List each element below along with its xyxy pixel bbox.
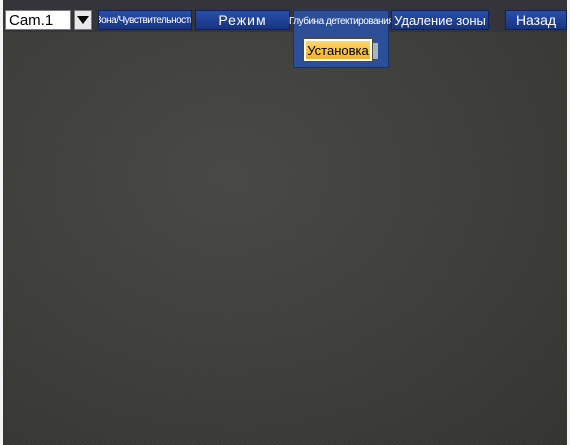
mode-button[interactable]: Режим (195, 10, 290, 30)
camera-video-view[interactable] (3, 32, 567, 445)
zone-sensitivity-button[interactable]: Зона/Чувствительность (98, 10, 192, 30)
camera-select[interactable]: Cam.1 (5, 10, 93, 30)
delete-zone-button[interactable]: Удаление зоны (391, 10, 489, 30)
camera-select-value[interactable]: Cam.1 (5, 10, 71, 30)
back-button[interactable]: Назад (505, 10, 567, 30)
detection-depth-button[interactable]: Глубина детектирования (289, 11, 394, 31)
triangle-down-icon[interactable] (74, 10, 92, 30)
detection-depth-menu: Глубина детектирования Установка (289, 10, 394, 68)
setup-button[interactable]: Установка (303, 38, 378, 62)
